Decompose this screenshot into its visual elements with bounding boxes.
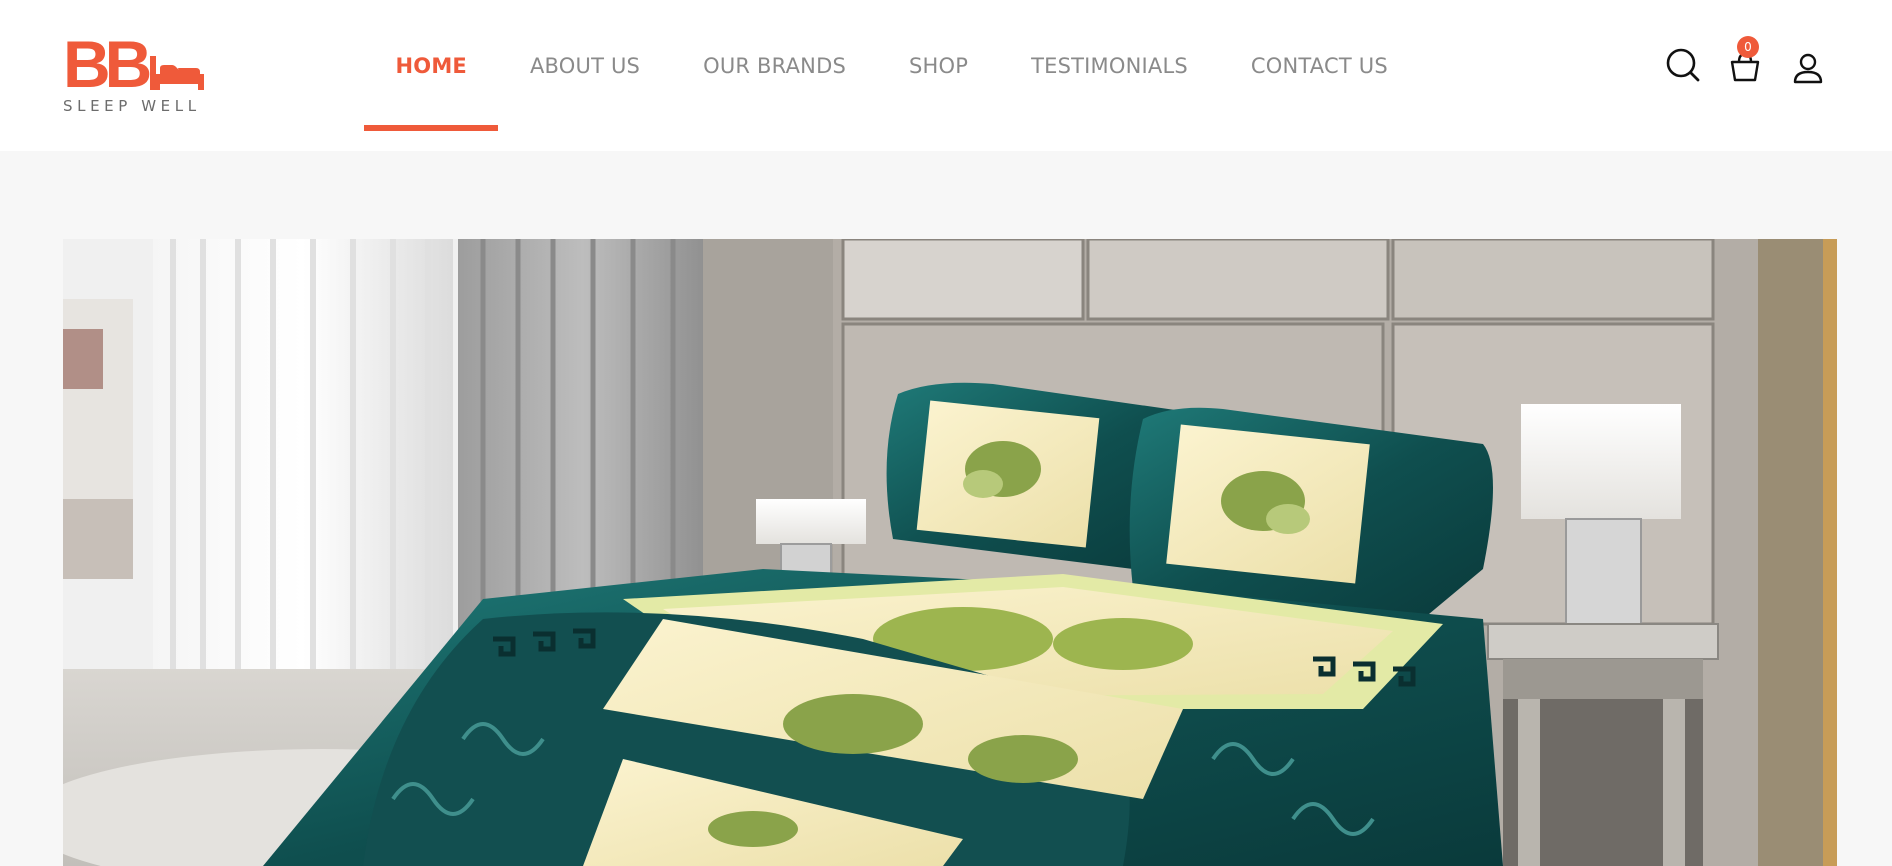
- logo-tagline: SLEEP WELL: [63, 97, 201, 115]
- nav-label: CONTACT US: [1250, 53, 1388, 78]
- search-icon: [1666, 48, 1700, 82]
- search-button[interactable]: [1664, 46, 1704, 86]
- site-header: BB SLEEP WELL HOME ABOUT US OUR BRANDS S…: [0, 0, 1892, 151]
- nav-item-our-brands[interactable]: OUR BRANDS: [672, 0, 878, 141]
- nav-label: HOME: [395, 53, 467, 78]
- bed-icon: [150, 56, 205, 90]
- nav-label: TESTIMONIALS: [1031, 53, 1188, 78]
- nav-label: OUR BRANDS: [703, 53, 846, 78]
- account-button[interactable]: [1790, 50, 1830, 90]
- nav-label: ABOUT US: [529, 53, 641, 78]
- nav-item-contact-us[interactable]: CONTACT US: [1219, 0, 1419, 141]
- nav-label: SHOP: [908, 53, 969, 78]
- nav-item-about-us[interactable]: ABOUT US: [498, 0, 671, 141]
- active-nav-underline: [364, 125, 499, 131]
- cart-count-badge: 0: [1737, 36, 1759, 58]
- logo-letters: BB: [63, 27, 152, 101]
- nav-item-shop[interactable]: SHOP: [877, 0, 999, 141]
- logo-mark: BB: [63, 27, 205, 101]
- brand-logo[interactable]: BB SLEEP WELL: [63, 27, 223, 116]
- user-icon: [1793, 53, 1823, 84]
- hero-banner[interactable]: [63, 239, 1837, 866]
- nav-item-home[interactable]: HOME: [364, 0, 499, 141]
- main-nav: HOME ABOUT US OUR BRANDS SHOP TESTIMONIA…: [364, 0, 1419, 151]
- bedroom-photo: [63, 239, 1837, 866]
- nav-item-testimonials[interactable]: TESTIMONIALS: [1000, 0, 1220, 141]
